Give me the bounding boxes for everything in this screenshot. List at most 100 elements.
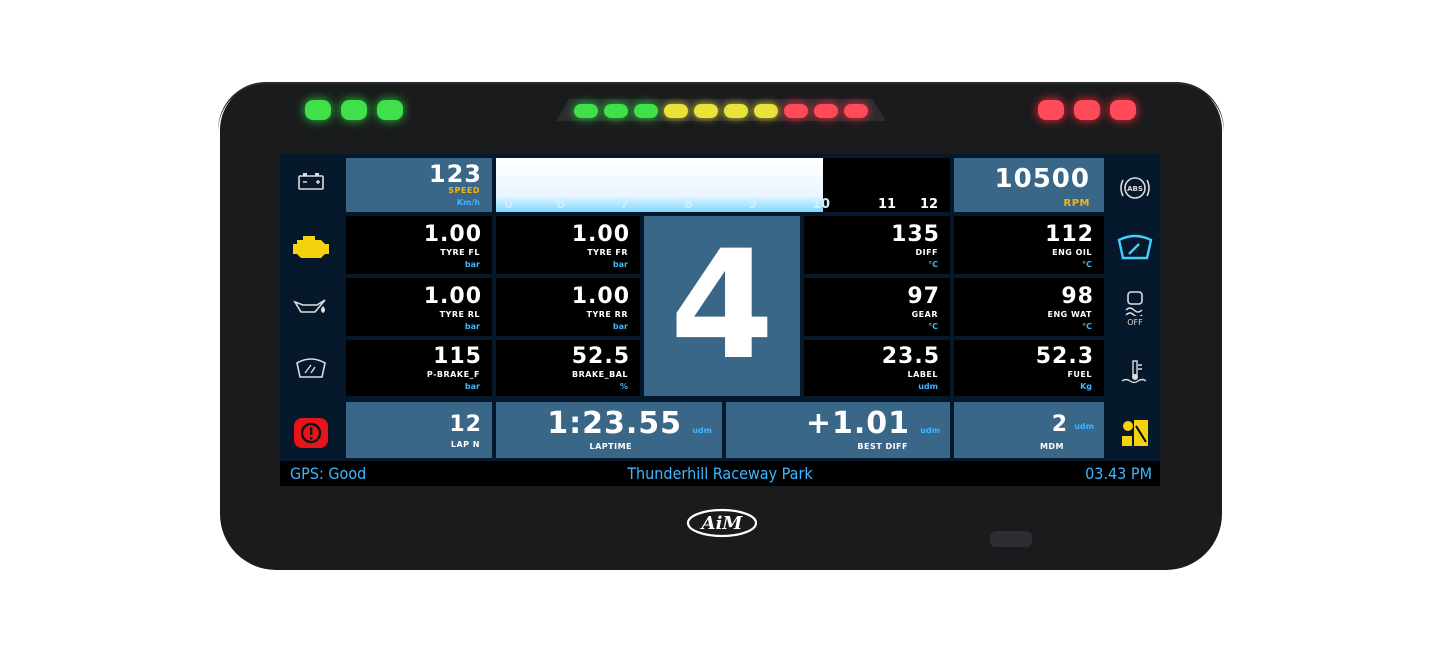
tyre-rr-label: TYRE RR <box>586 310 628 319</box>
p-brake-unit: bar <box>464 382 480 391</box>
aim-logo: AiM <box>686 508 758 538</box>
rpm-led <box>784 104 808 118</box>
gear-temp-label: GEAR <box>911 310 938 319</box>
laptime-value: 1:23.55 <box>547 406 682 441</box>
speed-value: 123 <box>428 160 482 188</box>
rpm-led <box>724 104 748 118</box>
brake-bal-unit: % <box>619 382 628 391</box>
rpm-bar: 0 6 7 8 9 10 11 12 <box>496 158 950 212</box>
tyre-fr-value: 1.00 <box>571 222 630 247</box>
tyre-fl-label: TYRE FL <box>440 248 480 257</box>
tyre-fr-unit: bar <box>612 260 628 269</box>
rpm-led <box>604 104 628 118</box>
rpm-led <box>574 104 598 118</box>
shift-light-right-1 <box>1038 100 1064 120</box>
best-diff-label: BEST DIFF <box>857 442 908 451</box>
rpm-value: 10500 <box>994 164 1090 194</box>
rpm-tick-label: 9 <box>748 197 758 212</box>
label-tile-label: LABEL <box>907 370 938 379</box>
rpm-led <box>664 104 688 118</box>
diff-tile: 135 DIFF °C <box>804 216 950 274</box>
rpm-tick-label: 7 <box>620 197 630 212</box>
mdm-label: MDM <box>1039 442 1064 451</box>
speed-tile: 123 SPEED Km/h <box>346 158 492 212</box>
tyre-rr-tile: 1.00 TYRE RR bar <box>496 278 640 336</box>
shift-light-right-3 <box>1110 100 1136 120</box>
gear-temp-unit: °C <box>928 322 938 331</box>
rpm-led <box>754 104 778 118</box>
speed-label: SPEED <box>448 186 480 195</box>
gear-tile: 4 <box>644 216 800 396</box>
device-button[interactable] <box>990 531 1032 547</box>
mdm-value: 2 <box>1051 412 1068 437</box>
coolant-temp-icon <box>1108 359 1160 389</box>
eng-oil-label: ENG OIL <box>1052 248 1092 257</box>
label-tile: 23.5 LABEL udm <box>804 340 950 396</box>
eng-oil-value: 112 <box>1045 222 1094 247</box>
tyre-rr-value: 1.00 <box>571 284 630 309</box>
mdm-tile: 2 udm MDM <box>954 402 1104 458</box>
label-tile-unit: udm <box>918 382 938 391</box>
oil-pressure-icon <box>284 296 338 320</box>
laptime-tile: 1:23.55 udm LAPTIME <box>496 402 722 458</box>
tyre-fl-tile: 1.00 TYRE FL bar <box>346 216 492 274</box>
tyre-rl-label: TYRE RL <box>439 310 480 319</box>
wiper-icon <box>1108 234 1160 266</box>
tyre-fr-label: TYRE FR <box>587 248 628 257</box>
abs-icon: ABS <box>1108 172 1160 208</box>
battery-icon <box>284 172 338 194</box>
eng-wat-tile: 98 ENG WAT °C <box>954 278 1104 336</box>
p-brake-tile: 115 P-BRAKE_F bar <box>346 340 492 396</box>
p-brake-label: P-BRAKE_F <box>426 370 480 379</box>
fuel-unit: Kg <box>1080 382 1092 391</box>
rpm-led <box>634 104 658 118</box>
diff-value: 135 <box>891 222 940 247</box>
diff-unit: °C <box>928 260 938 269</box>
rpm-led <box>694 104 718 118</box>
eng-oil-unit: °C <box>1082 260 1092 269</box>
abs-icon-label: ABS <box>1127 185 1143 193</box>
tyre-rl-tile: 1.00 TYRE RL bar <box>346 278 492 336</box>
diff-label: DIFF <box>915 248 938 257</box>
rpm-tick-label: 11 <box>878 197 897 212</box>
p-brake-value: 115 <box>433 344 482 369</box>
laptime-label: LAPTIME <box>589 442 632 451</box>
traction-control-off-label: OFF <box>1127 318 1143 327</box>
gear-value: 4 <box>669 219 775 393</box>
track-name: Thunderhill Raceway Park <box>627 464 813 483</box>
rpm-tick-label: 12 <box>920 197 939 212</box>
lap-n-label: LAP N <box>450 440 480 449</box>
eng-wat-value: 98 <box>1061 284 1094 309</box>
fuel-label: FUEL <box>1067 370 1092 379</box>
tyre-rl-unit: bar <box>464 322 480 331</box>
eng-wat-label: ENG WAT <box>1047 310 1092 319</box>
eng-wat-unit: °C <box>1082 322 1092 331</box>
fuel-tile: 52.3 FUEL Kg <box>954 340 1104 396</box>
rpm-label: RPM <box>1063 198 1090 209</box>
laptime-unit: udm <box>692 426 712 435</box>
shift-light-left-3 <box>377 100 403 120</box>
brake-bal-value: 52.5 <box>571 344 630 369</box>
engine-check-icon <box>284 232 338 264</box>
label-tile-value: 23.5 <box>881 344 940 369</box>
clock: 03.43 PM <box>1085 464 1152 483</box>
traction-control-off-icon: OFF <box>1108 290 1160 327</box>
lap-n-value: 12 <box>449 412 482 437</box>
rpm-tick-label: 8 <box>684 197 694 212</box>
rpm-tick-label: 0 <box>504 197 514 212</box>
gear-temp-value: 97 <box>907 284 940 309</box>
washer-fluid-icon <box>284 357 338 383</box>
mdm-unit: udm <box>1074 422 1094 431</box>
seat-belt-icon <box>1108 418 1160 452</box>
tyre-fl-value: 1.00 <box>423 222 482 247</box>
brake-bal-label: BRAKE_BAL <box>572 370 628 379</box>
best-diff-value: +1.01 <box>805 406 910 441</box>
lap-n-tile: 12 LAP N <box>346 402 492 458</box>
display-screen: ABS OFF 123 SPEED Km/h 0 6 7 8 9 10 11 12 10500… <box>280 154 1160 486</box>
shift-light-left-1 <box>305 100 331 120</box>
speed-unit: Km/h <box>456 198 480 207</box>
fuel-value: 52.3 <box>1035 344 1094 369</box>
tyre-rr-unit: bar <box>612 322 628 331</box>
rpm-tick-label: 10 <box>812 197 831 212</box>
gear-temp-tile: 97 GEAR °C <box>804 278 950 336</box>
